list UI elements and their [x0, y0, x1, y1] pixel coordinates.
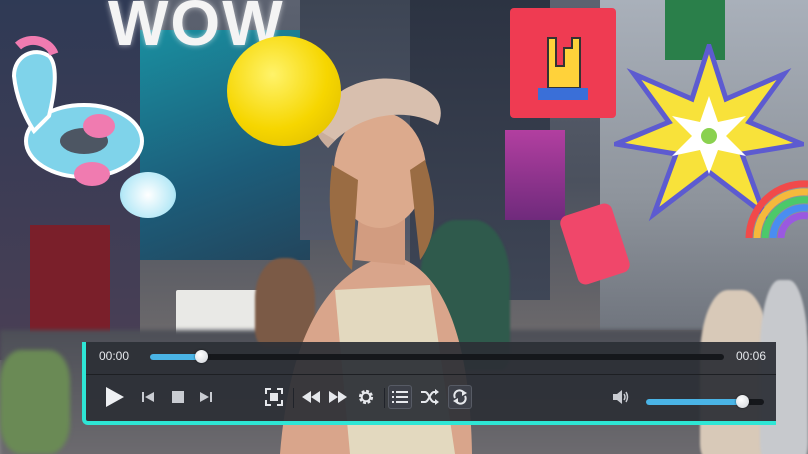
unicorn-float-sticker — [11, 36, 144, 186]
seek-bar-progress — [150, 354, 202, 360]
play-button[interactable] — [100, 383, 128, 411]
fullscreen-icon — [265, 388, 283, 406]
fast-forward-icon — [329, 391, 347, 403]
repeat-button[interactable] — [448, 385, 472, 409]
repeat-icon — [453, 389, 467, 405]
billboard-magenta — [505, 130, 565, 220]
playlist-button[interactable] — [388, 385, 412, 409]
seek-bar-handle[interactable] — [194, 350, 208, 363]
fast-forward-button[interactable] — [326, 385, 350, 409]
shuffle-icon — [421, 389, 439, 405]
stop-button[interactable] — [166, 385, 190, 409]
skip-back-icon — [142, 392, 154, 402]
separator — [384, 388, 385, 408]
gear-icon — [358, 389, 374, 405]
separator — [293, 388, 294, 408]
skip-forward-icon — [200, 392, 212, 402]
yellow-ball-sticker — [227, 36, 341, 146]
flowers — [0, 350, 70, 454]
settings-button[interactable] — [354, 385, 378, 409]
seek-bar[interactable] — [150, 350, 724, 363]
volume-button[interactable] — [610, 385, 634, 409]
media-player-controls: 00:00 00:06 — [82, 342, 776, 425]
speaker-icon — [613, 390, 629, 404]
volume-slider-handle[interactable] — [735, 395, 749, 408]
volume-slider[interactable] — [646, 395, 764, 408]
fullscreen-button[interactable] — [262, 385, 286, 409]
cloud-sticker — [120, 172, 176, 218]
next-button[interactable] — [194, 385, 218, 409]
previous-button[interactable] — [136, 385, 160, 409]
rock-hand-sticker — [510, 8, 616, 118]
volume-level — [646, 399, 743, 405]
playlist-icon — [392, 391, 408, 403]
shuffle-button[interactable] — [418, 385, 442, 409]
rainbow-sticker — [745, 180, 808, 239]
control-divider — [86, 374, 776, 375]
rewind-icon — [302, 391, 320, 403]
rewind-button[interactable] — [299, 385, 323, 409]
stop-icon — [172, 391, 184, 403]
play-icon — [106, 387, 124, 407]
current-time: 00:00 — [99, 349, 130, 363]
duration-time: 00:06 — [735, 349, 766, 363]
billboard-red — [30, 225, 110, 335]
